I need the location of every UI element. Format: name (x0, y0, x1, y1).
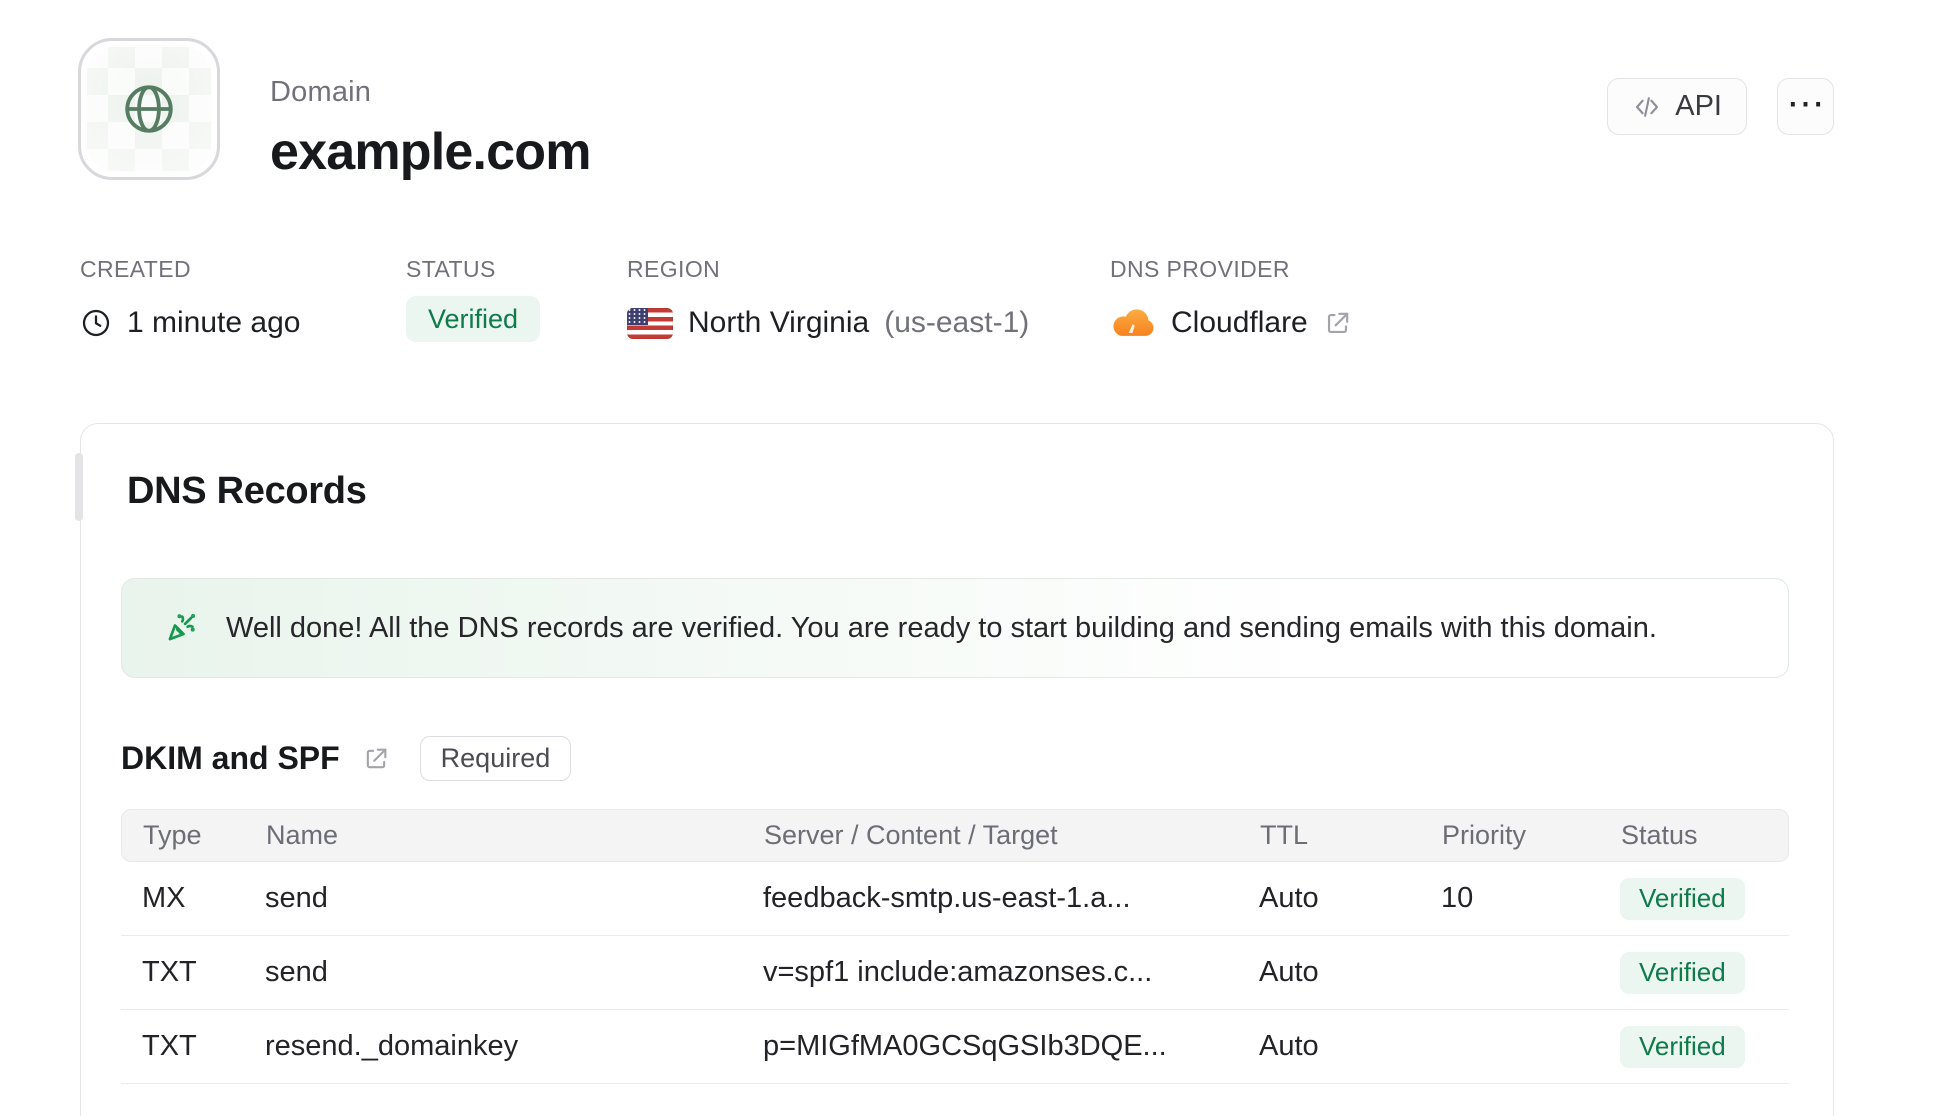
cell-content: p=MIGfMA0GCSqGSIb3DQE... (763, 1030, 1167, 1062)
required-badge: Required (419, 736, 572, 781)
globe-icon (125, 85, 173, 133)
clock-icon (82, 309, 110, 337)
col-header-ttl: TTL (1260, 820, 1309, 850)
cell-type: MX (142, 882, 186, 914)
table-row: TXT send v=spf1 include:amazonses.c... Auto… (121, 936, 1789, 1010)
dns-records-table: Type Name Server / Content / Target TTL … (121, 809, 1789, 1084)
cloudflare-cloud-icon (1113, 309, 1154, 336)
created-value: 1 minute ago (127, 306, 301, 339)
col-header-type: Type (143, 820, 202, 850)
cell-ttl: Auto (1259, 882, 1319, 914)
table-header-row: Type Name Server / Content / Target TTL … (121, 809, 1789, 862)
section-accent-pill (75, 453, 83, 521)
title-block: Domain example.com (270, 76, 592, 182)
success-banner: Well done! All the DNS records are verif… (121, 578, 1789, 678)
cell-content: v=spf1 include:amazonses.c... (763, 956, 1153, 988)
page-eyebrow: Domain (270, 76, 372, 108)
cell-type: TXT (142, 1030, 197, 1062)
cell-content: feedback-smtp.us-east-1.a... (763, 882, 1131, 914)
party-popper-icon (162, 609, 200, 647)
region-label: REGION (627, 256, 721, 282)
status-badge: Verified (406, 296, 541, 342)
status-badge: Verified (1620, 1025, 1745, 1068)
dkim-section-header: DKIM and SPF Required (121, 736, 1789, 781)
external-link-icon[interactable] (362, 745, 390, 773)
api-button-label: API (1675, 90, 1722, 122)
cell-type: TXT (142, 956, 197, 988)
code-icon (1636, 96, 1659, 117)
external-link-icon[interactable] (1323, 309, 1352, 338)
page-title: example.com (270, 123, 592, 181)
domain-detail-page: Domain example.com API ⋯ CREATED 1 minut… (0, 0, 1944, 1116)
meta-region: REGION North Virginia (us-east-1) (627, 256, 1029, 346)
cell-ttl: Auto (1259, 1030, 1319, 1062)
banner-message: Well done! All the DNS records are verif… (226, 611, 1657, 644)
domain-avatar (78, 38, 220, 180)
meta-dns-provider: DNS PROVIDER Cloudflare (1110, 256, 1352, 346)
meta-created: CREATED 1 minute ago (80, 256, 300, 346)
col-header-name: Name (266, 820, 339, 850)
status-label: STATUS (406, 256, 496, 282)
provider-value: Cloudflare (1171, 306, 1308, 339)
dkim-section-title: DKIM and SPF (121, 740, 340, 776)
cell-name: send (265, 956, 328, 988)
col-header-content: Server / Content / Target (764, 820, 1058, 850)
created-label: CREATED (80, 256, 191, 282)
region-value: North Virginia (688, 306, 870, 339)
more-button[interactable]: ⋯ (1777, 78, 1834, 135)
meta-status: STATUS Verified (406, 256, 541, 342)
api-button[interactable]: API (1607, 78, 1747, 135)
cell-name: resend._domainkey (265, 1030, 519, 1062)
provider-label: DNS PROVIDER (1110, 256, 1290, 282)
cell-ttl: Auto (1259, 956, 1319, 988)
col-header-priority: Priority (1442, 820, 1527, 850)
region-code: (us-east-1) (884, 306, 1030, 339)
header-actions: API ⋯ (1607, 78, 1834, 135)
cell-status: Verified (1620, 1025, 1789, 1068)
table-body: MX send feedback-smtp.us-east-1.a... Auto 10… (121, 862, 1789, 1084)
cell-priority: 10 (1441, 882, 1474, 914)
table-row: MX send feedback-smtp.us-east-1.a... Auto 10… (121, 862, 1789, 936)
us-flag-icon (627, 307, 673, 339)
cell-name: send (265, 882, 328, 914)
card-title: DNS Records (127, 470, 367, 512)
cell-status: Verified (1620, 877, 1789, 920)
status-badge: Verified (1620, 877, 1745, 920)
cell-status: Verified (1620, 951, 1789, 994)
table-row: TXT resend._domainkey p=MIGfMA0GCSqGSIb3DQ… (121, 1010, 1789, 1084)
col-header-status: Status (1621, 820, 1698, 850)
status-badge: Verified (1620, 951, 1745, 994)
dns-records-card: DNS Records Well done! All the DNS recor… (75, 423, 1834, 1116)
